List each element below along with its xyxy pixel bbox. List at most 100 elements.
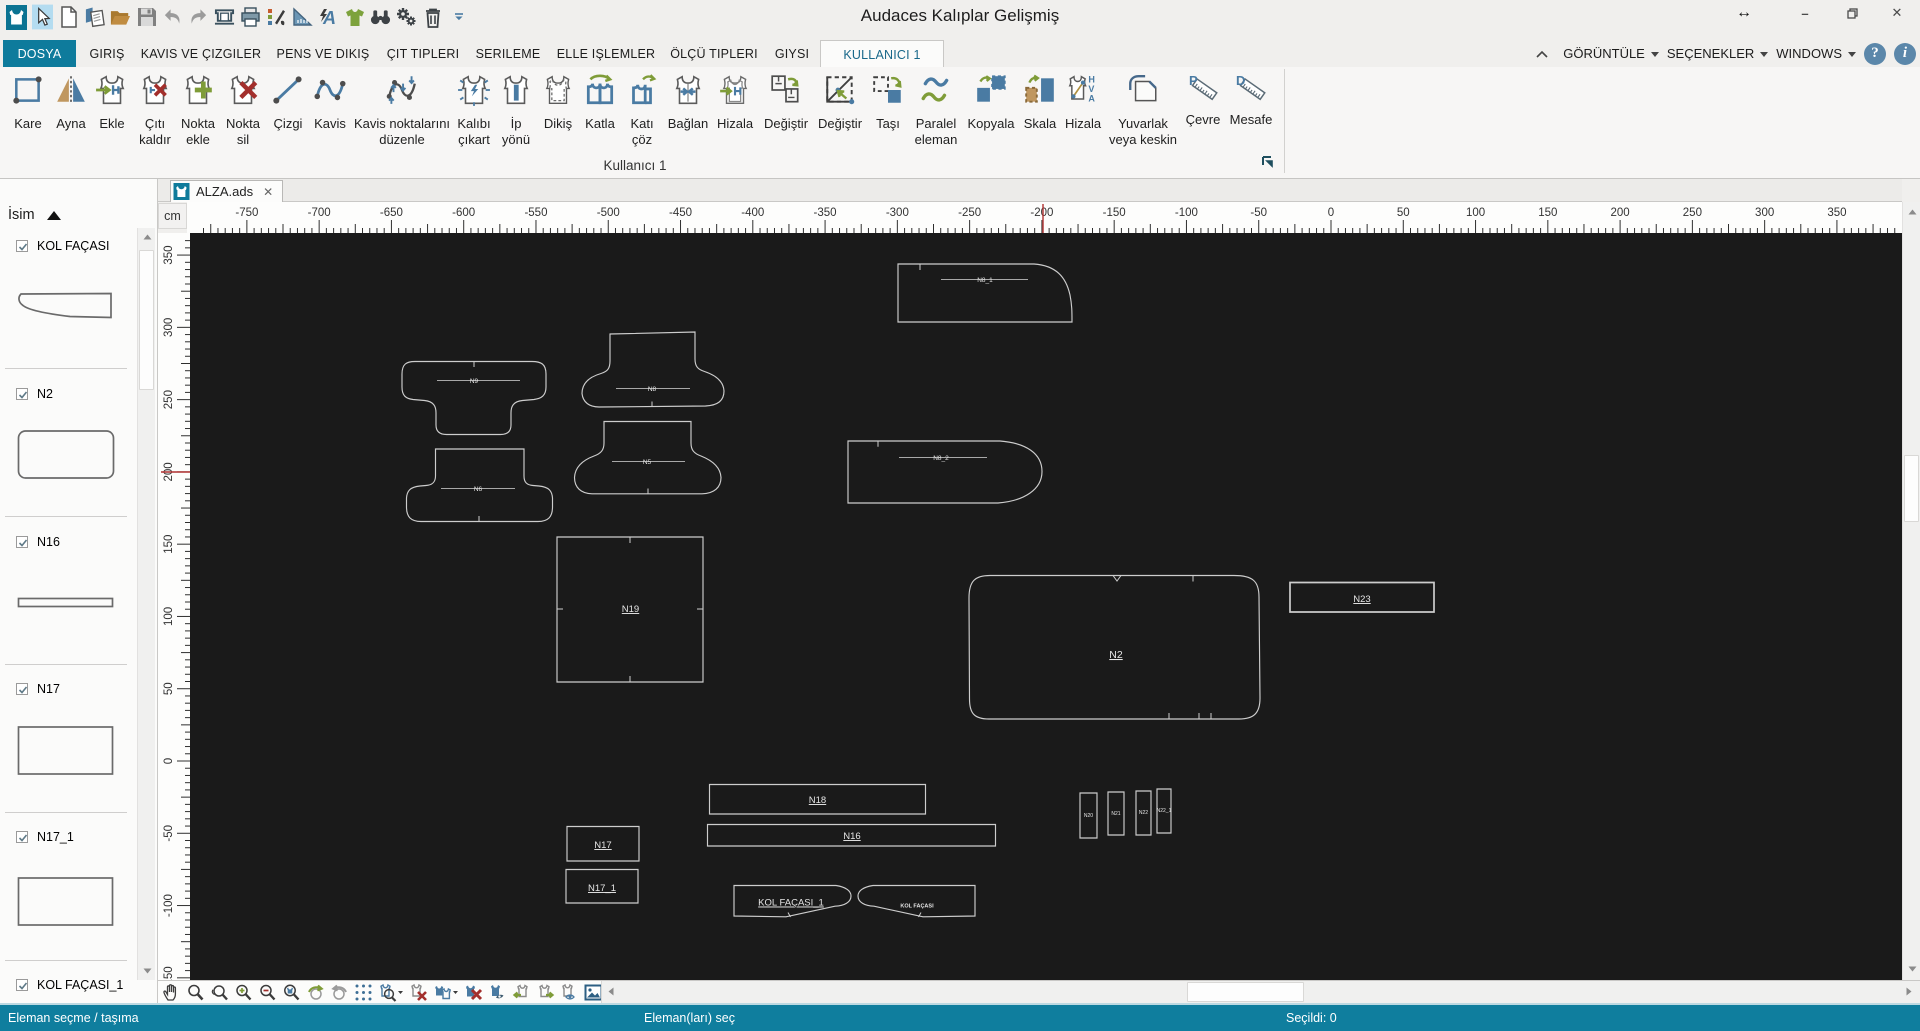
piece-label: N20 bbox=[1084, 813, 1093, 819]
sidebar-item-label: N17 bbox=[37, 682, 60, 697]
svg-text:-100: -100 bbox=[163, 894, 175, 917]
svg-text:-150: -150 bbox=[1103, 207, 1126, 219]
piece-label: N16 bbox=[843, 831, 860, 842]
scrollbar-thumb[interactable] bbox=[1904, 455, 1919, 522]
zoom-icon[interactable] bbox=[186, 983, 205, 1002]
more-dropdown-icon[interactable] bbox=[448, 4, 469, 30]
piece-hide-icon[interactable] bbox=[409, 983, 428, 1002]
piece-zoom-menu-icon[interactable] bbox=[378, 983, 404, 1002]
svg-text:-500: -500 bbox=[597, 207, 620, 219]
sidebar-item-n16[interactable]: N16 bbox=[16, 535, 60, 549]
piece-thumbnail bbox=[0, 597, 135, 609]
pattern-canvas[interactable]: N8_1 N9 N6 N8 N5 N8_2 N19 N2 N23 N18 N16 N17 N17_1 KO… bbox=[190, 233, 1902, 980]
menu-right-group: GÖRÜNTÜLE SEÇENEKLER WINDOWS ? i bbox=[1535, 40, 1920, 67]
sidebar-header[interactable]: İsim bbox=[8, 207, 61, 223]
checkbox-checked[interactable] bbox=[16, 683, 28, 696]
design-tools-icon[interactable] bbox=[266, 4, 287, 30]
sidebar-item-kol-fa-asi[interactable]: KOL FAÇASI bbox=[16, 239, 109, 253]
info-icon[interactable]: i bbox=[1894, 42, 1916, 65]
scroll-up-icon[interactable] bbox=[1904, 204, 1920, 220]
scroll-down-icon[interactable] bbox=[139, 963, 155, 979]
status-bar: Eleman seçme / taşıma Eleman(ları) seç S… bbox=[0, 1003, 1920, 1031]
document-tab[interactable]: ALZA.ads ✕ bbox=[170, 180, 284, 202]
save-icon[interactable] bbox=[136, 4, 157, 30]
scroll-down-icon[interactable] bbox=[1904, 961, 1920, 977]
new-document-icon[interactable] bbox=[58, 4, 79, 30]
piece-delete-icon[interactable] bbox=[464, 983, 483, 1002]
scrollbar-thumb[interactable] bbox=[1187, 982, 1304, 1002]
text-style-icon[interactable]: A bbox=[318, 4, 339, 30]
help-icon[interactable]: ? bbox=[1864, 42, 1886, 65]
sidebar-item-n2[interactable]: N2 bbox=[16, 387, 53, 401]
trash-icon[interactable] bbox=[422, 4, 443, 30]
restore-button[interactable] bbox=[1841, 0, 1863, 26]
checkbox-checked[interactable] bbox=[16, 535, 28, 548]
paste-icon[interactable] bbox=[84, 4, 105, 30]
close-button[interactable]: ✕ bbox=[1886, 0, 1908, 26]
piece-label: N23 bbox=[1353, 594, 1370, 605]
checkbox-checked[interactable] bbox=[16, 387, 28, 400]
scroll-right-icon[interactable] bbox=[1901, 983, 1917, 999]
sidebar-item-n17[interactable]: N17 bbox=[16, 682, 60, 696]
piece-label: N6 bbox=[474, 486, 483, 493]
set-square-icon[interactable] bbox=[292, 4, 313, 30]
ribbon-button-mesafe[interactable]: D Mesafe bbox=[1191, 73, 1311, 128]
zoom-in-icon[interactable] bbox=[234, 983, 253, 1002]
menu-secenekler[interactable]: SEÇENEKLER bbox=[1667, 46, 1769, 61]
canvas-horizontal-scrollbar[interactable] bbox=[601, 981, 1920, 1004]
checkbox-checked[interactable] bbox=[16, 831, 28, 844]
sidebar-item-n17-1[interactable]: N17_1 bbox=[16, 830, 74, 844]
pan-hand-icon[interactable] bbox=[162, 983, 181, 1002]
piece-edit-icon[interactable] bbox=[488, 983, 507, 1002]
canvas-toolbar bbox=[158, 980, 1920, 1004]
chevron-down-icon bbox=[1760, 52, 1769, 57]
print-icon[interactable] bbox=[240, 4, 261, 30]
title-bar: A Audaces Kalıplar Gelişmiş ↔ – ✕ bbox=[0, 0, 1920, 40]
piece-label: N2 bbox=[1109, 649, 1123, 661]
plotter-icon[interactable] bbox=[214, 4, 235, 30]
sidebar-scrollbar[interactable] bbox=[137, 228, 155, 980]
checkbox-checked[interactable] bbox=[16, 979, 28, 991]
sidebar-separator bbox=[5, 516, 127, 518]
menu-windows[interactable]: WINDOWS bbox=[1776, 46, 1856, 61]
document-tab-close-icon[interactable]: ✕ bbox=[259, 185, 273, 199]
piece-show-icon[interactable] bbox=[560, 983, 579, 1002]
minimize-button[interactable]: – bbox=[1794, 0, 1816, 26]
zoom-piece-icon[interactable] bbox=[282, 983, 301, 1002]
gears-icon[interactable] bbox=[396, 4, 417, 30]
piece-next-icon[interactable] bbox=[536, 983, 555, 1002]
sidebar-item-label: N16 bbox=[37, 534, 60, 549]
menu-tab-kullanici-1[interactable]: KULLANICI 1 bbox=[820, 40, 944, 68]
view-previous-icon[interactable] bbox=[306, 983, 325, 1002]
pieces-menu-icon[interactable] bbox=[433, 983, 459, 1002]
tshirt-icon[interactable] bbox=[344, 4, 365, 30]
ribbon-dialog-launcher-icon[interactable] bbox=[1262, 156, 1275, 169]
chevron-up-icon[interactable] bbox=[1535, 49, 1549, 59]
scroll-up-icon[interactable] bbox=[139, 229, 155, 245]
app-logo-icon[interactable] bbox=[6, 4, 27, 30]
cursor-icon[interactable] bbox=[32, 4, 53, 30]
scrollbar-thumb[interactable] bbox=[139, 250, 154, 390]
resize-handle-icon[interactable]: ↔ bbox=[1733, 0, 1755, 26]
checkbox-checked[interactable] bbox=[16, 240, 28, 252]
piece-previous-icon[interactable] bbox=[512, 983, 531, 1002]
zoom-out-icon[interactable] bbox=[258, 983, 277, 1002]
zoom-region-icon[interactable] bbox=[210, 983, 229, 1002]
redo-icon[interactable] bbox=[188, 4, 209, 30]
open-folder-icon[interactable] bbox=[110, 4, 131, 30]
undo-icon[interactable] bbox=[162, 4, 183, 30]
sidebar-separator bbox=[5, 368, 127, 370]
sort-ascending-icon bbox=[46, 210, 61, 220]
svg-text:100: 100 bbox=[163, 607, 175, 626]
binoculars-icon[interactable] bbox=[370, 4, 391, 30]
piece-label: N17 bbox=[594, 840, 611, 851]
svg-text:-750: -750 bbox=[235, 207, 258, 219]
scroll-left-icon[interactable] bbox=[603, 983, 619, 999]
menu-goruntule[interactable]: GÖRÜNTÜLE bbox=[1563, 46, 1659, 61]
svg-text:-600: -600 bbox=[452, 207, 475, 219]
svg-text:-50: -50 bbox=[1250, 207, 1267, 219]
grid-icon[interactable] bbox=[354, 983, 373, 1002]
canvas-vertical-scrollbar[interactable] bbox=[1902, 202, 1920, 980]
view-next-icon[interactable] bbox=[330, 983, 349, 1002]
sidebar-item-kol-fa-asi-1[interactable]: KOL FAÇASI_1 bbox=[16, 978, 123, 992]
